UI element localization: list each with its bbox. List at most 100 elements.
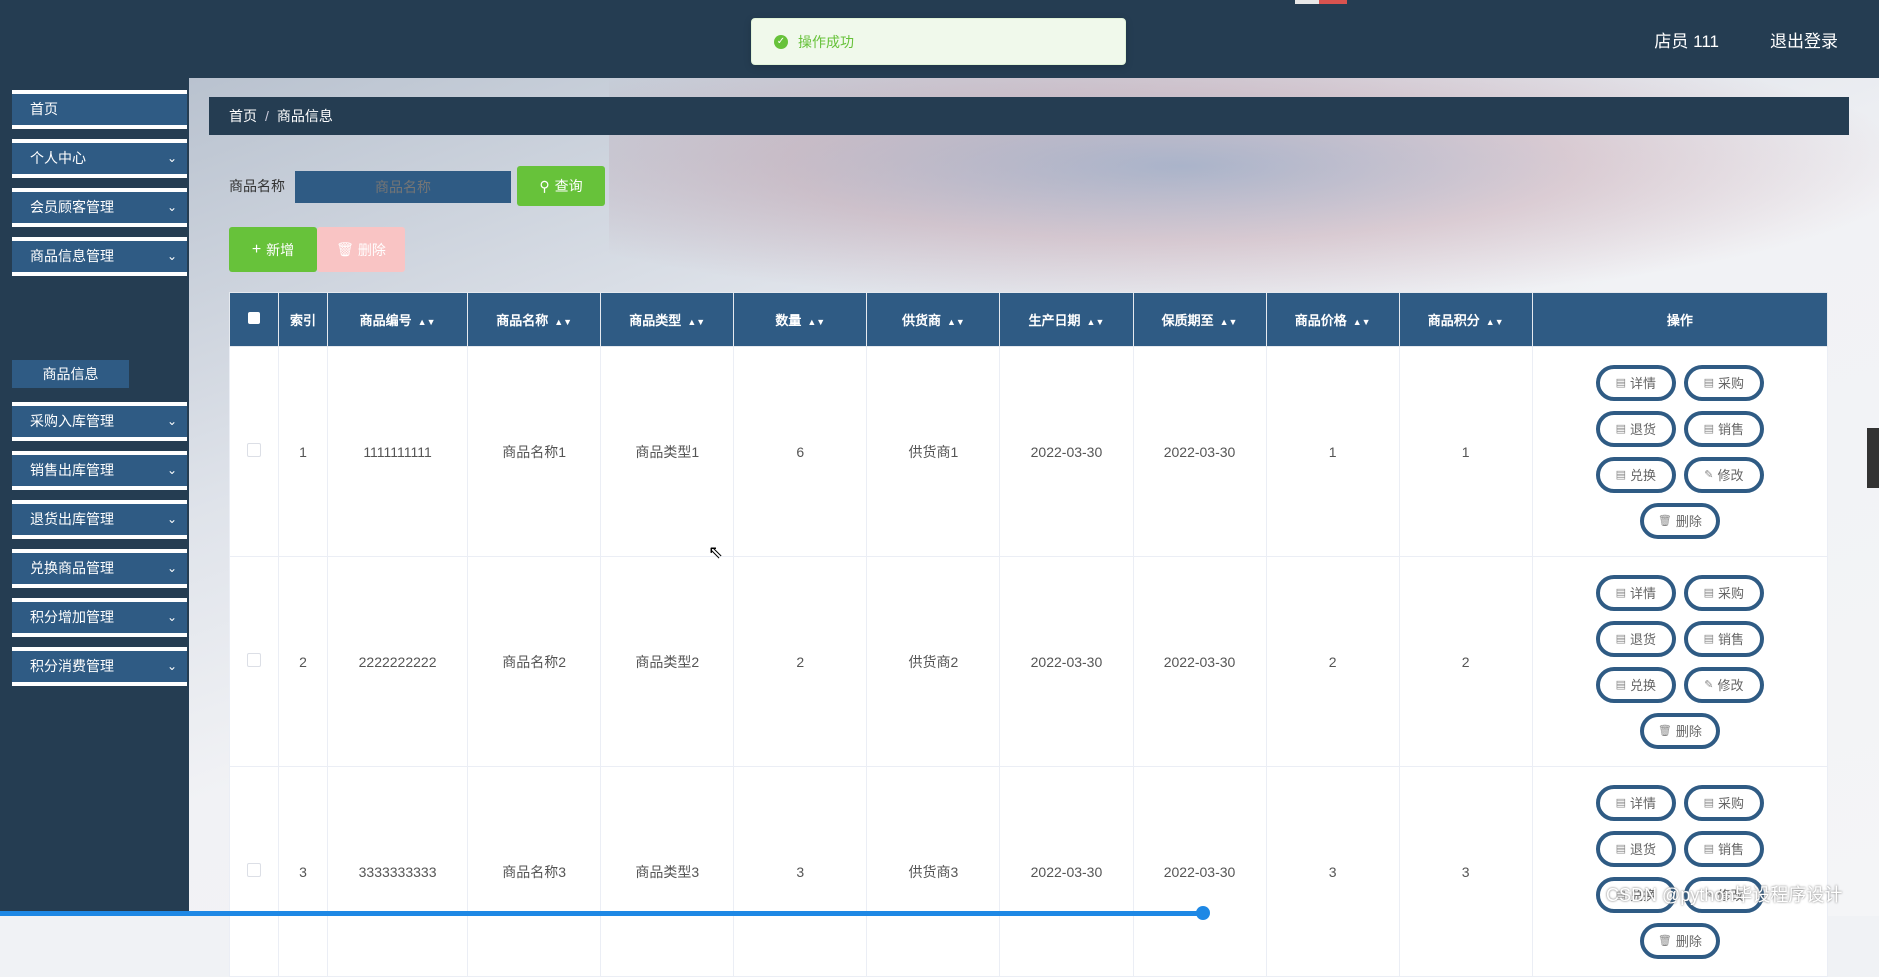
- search-input[interactable]: [295, 171, 511, 203]
- chevron-down-icon: ⌄: [166, 610, 177, 624]
- side-scroll-handle[interactable]: [1867, 428, 1879, 488]
- breadcrumb-home[interactable]: 首页: [229, 108, 257, 124]
- flag-decoration: [1295, 0, 1347, 4]
- sidebar-item-label: 首页: [30, 101, 58, 117]
- row-checkbox[interactable]: [247, 653, 261, 667]
- row-action-button[interactable]: ▤ 退货: [1595, 410, 1676, 447]
- breadcrumb-separator: /: [265, 108, 269, 124]
- logout-link[interactable]: 退出登录: [1770, 27, 1838, 52]
- success-toast: ✓ 操作成功: [751, 18, 1126, 65]
- cell-code: 3333333333: [327, 766, 469, 977]
- row-action-button[interactable]: ▤ 采购: [1683, 574, 1764, 611]
- table-header-row: 索引 商品编号 ▲▼ 商品名称 ▲▼ 商品类型 ▲▼ 数量 ▲▼ 供货商 ▲▼ 生产日期 ▲…: [228, 292, 1829, 347]
- row-action-button[interactable]: ✎ 修改: [1683, 456, 1764, 493]
- file-icon: ▤: [1703, 587, 1715, 599]
- product-table: 索引 商品编号 ▲▼ 商品名称 ▲▼ 商品类型 ▲▼ 数量 ▲▼ 供货商 ▲▼ 生产日期 ▲…: [228, 292, 1829, 977]
- row-checkbox[interactable]: [247, 443, 261, 457]
- cell-expires: 2022-03-30: [1132, 556, 1267, 767]
- column-header[interactable]: 生产日期 ▲▼: [999, 292, 1134, 347]
- row-select-cell[interactable]: [228, 556, 280, 767]
- table-row: 1 1111111111 商品名称1 商品类型1 6 供货商1 2022-03-30 2022…: [228, 346, 1829, 557]
- cell-points: 1: [1398, 346, 1533, 557]
- sidebar-item-points-add[interactable]: 积分增加管理 ⌄: [12, 598, 187, 637]
- sort-icon[interactable]: ▲▼: [947, 317, 965, 327]
- column-header[interactable]: 保质期至 ▲▼: [1132, 292, 1267, 347]
- sort-icon[interactable]: ▲▼: [1220, 317, 1238, 327]
- file-icon: ▤: [1703, 633, 1715, 645]
- row-action-button[interactable]: ▤ 退货: [1595, 830, 1676, 867]
- row-checkbox[interactable]: [247, 863, 261, 877]
- row-action-button[interactable]: ▤ 销售: [1683, 830, 1764, 867]
- cell-qty: 3: [733, 766, 868, 977]
- select-all-checkbox[interactable]: [248, 312, 260, 324]
- file-icon: ▤: [1615, 797, 1627, 809]
- sidebar-item-profile[interactable]: 个人中心 ⌄: [12, 139, 187, 178]
- sidebar-subitem-product-info[interactable]: 商品信息: [12, 360, 129, 388]
- sidebar-item-label: 兑换商品管理: [30, 560, 114, 576]
- column-header[interactable]: 商品名称 ▲▼: [467, 292, 602, 347]
- column-header[interactable]: 供货商 ▲▼: [866, 292, 1001, 347]
- row-action-button[interactable]: ▤ 兑换: [1595, 666, 1676, 703]
- sort-icon[interactable]: ▲▼: [1353, 317, 1371, 327]
- column-header-label: 商品名称: [496, 313, 549, 328]
- sort-icon[interactable]: ▲▼: [554, 317, 572, 327]
- select-all-header[interactable]: [228, 292, 280, 347]
- sidebar-item-points-spend[interactable]: 积分消费管理 ⌄: [12, 647, 187, 686]
- sort-icon[interactable]: ▲▼: [418, 317, 436, 327]
- column-header-label: 数量: [775, 313, 802, 328]
- row-action-button[interactable]: ▤ 采购: [1683, 784, 1764, 821]
- column-header[interactable]: 数量 ▲▼: [733, 292, 868, 347]
- cell-supplier: 供货商1: [866, 346, 1001, 557]
- row-action-button[interactable]: ▤ 销售: [1683, 410, 1764, 447]
- row-action-button[interactable]: ▤ 详情: [1595, 784, 1676, 821]
- column-header[interactable]: 商品积分 ▲▼: [1398, 292, 1533, 347]
- cell-qty: 2: [733, 556, 868, 767]
- row-action-button[interactable]: ▤ 退货: [1595, 620, 1676, 657]
- main-content: 首页 / 商品信息 商品名称 ⚲查询 +新增 🗑删除 索引 商品编号▲▼ 商品名称 ▲…: [189, 78, 1879, 977]
- cell-points: 2: [1398, 556, 1533, 767]
- add-button[interactable]: + 新增: [229, 227, 317, 272]
- chevron-down-icon: ⌄: [166, 659, 177, 673]
- row-action-button[interactable]: ▤ 兑换: [1595, 456, 1676, 493]
- column-header[interactable]: 商品编号 ▲▼: [327, 292, 469, 347]
- row-action-button[interactable]: ▤ 销售: [1683, 620, 1764, 657]
- row-action-button[interactable]: 🗑 删除: [1639, 712, 1720, 749]
- row-action-button[interactable]: ▤ 采购: [1683, 364, 1764, 401]
- row-select-cell[interactable]: [228, 766, 280, 977]
- sort-icon[interactable]: ▲▼: [687, 317, 705, 327]
- search-button[interactable]: ⚲ 查询: [517, 166, 605, 206]
- sidebar-item-home[interactable]: 首页: [12, 90, 187, 129]
- watermark: CSDN @python毕设程序设计: [1606, 885, 1843, 905]
- sidebar-item-exchange[interactable]: 兑换商品管理 ⌄: [12, 549, 187, 588]
- sidebar-item-label: 退货出库管理: [30, 511, 114, 527]
- row-select-cell[interactable]: [228, 346, 280, 557]
- file-icon: ▤: [1615, 843, 1627, 855]
- row-action-button[interactable]: 🗑 删除: [1639, 502, 1720, 539]
- cell-price: 1: [1265, 346, 1400, 557]
- row-action-button[interactable]: ▤ 详情: [1595, 364, 1676, 401]
- breadcrumb-current: 商品信息: [276, 108, 333, 124]
- row-action-label: 销售: [1718, 422, 1745, 437]
- row-action-button[interactable]: ▤ 详情: [1595, 574, 1676, 611]
- column-header-label: 索引: [290, 313, 317, 328]
- sort-icon[interactable]: ▲▼: [807, 317, 825, 327]
- cell-index: 2: [278, 556, 329, 767]
- progress-handle[interactable]: [1196, 906, 1210, 920]
- row-action-button[interactable]: ✎ 修改: [1683, 666, 1764, 703]
- sidebar-item-sales[interactable]: 销售出库管理 ⌄: [12, 451, 187, 490]
- column-header[interactable]: 商品价格 ▲▼: [1265, 292, 1400, 347]
- sidebar-item-products[interactable]: 商品信息管理 ⌄: [12, 237, 187, 276]
- row-action-label: 兑换: [1630, 468, 1657, 483]
- edit-icon: ✎: [1704, 469, 1714, 481]
- sort-icon[interactable]: ▲▼: [1087, 317, 1105, 327]
- row-action-button[interactable]: 🗑 删除: [1639, 922, 1720, 959]
- sort-icon[interactable]: ▲▼: [1486, 317, 1504, 327]
- sidebar-item-returns[interactable]: 退货出库管理 ⌄: [12, 500, 187, 539]
- cell-supplier: 供货商3: [866, 766, 1001, 977]
- sidebar-item-purchase[interactable]: 采购入库管理 ⌄: [12, 402, 187, 441]
- column-header[interactable]: 商品类型 ▲▼: [600, 292, 735, 347]
- cell-points: 3: [1398, 766, 1533, 977]
- plus-icon: +: [251, 240, 262, 258]
- sidebar-item-members[interactable]: 会员顾客管理 ⌄: [12, 188, 187, 227]
- batch-delete-button[interactable]: 🗑 删除: [317, 227, 405, 272]
